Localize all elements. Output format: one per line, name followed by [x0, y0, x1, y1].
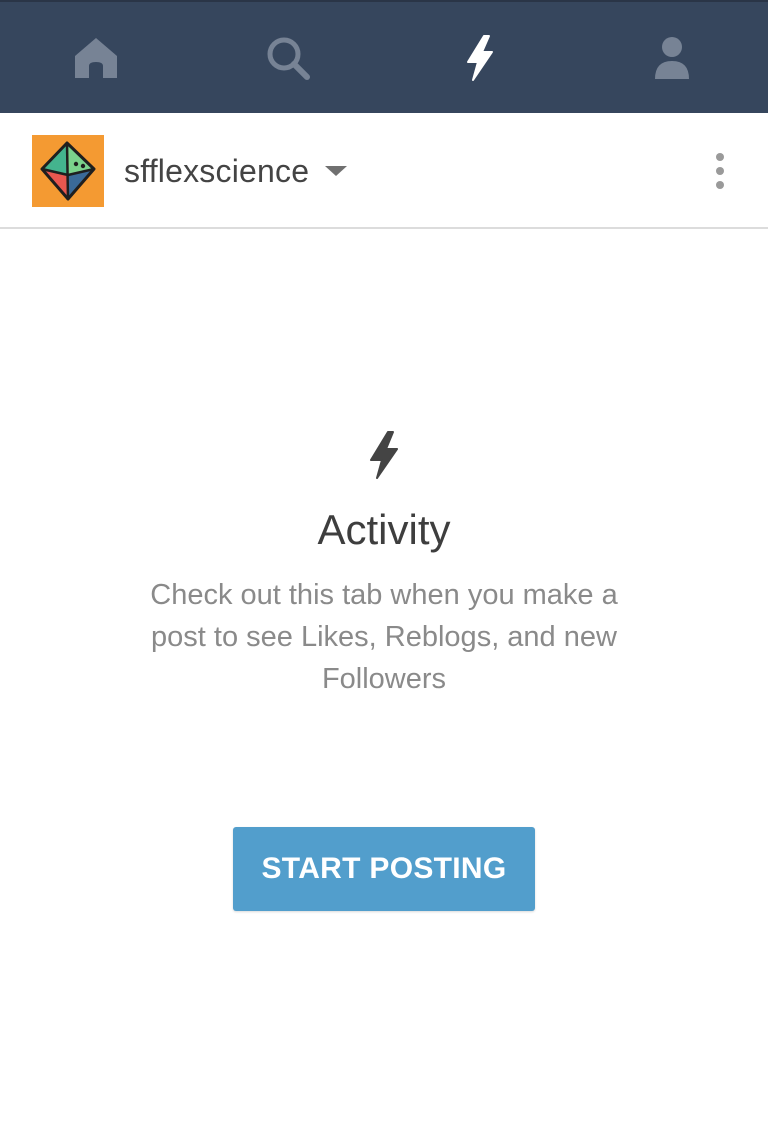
tab-account[interactable] [576, 2, 768, 113]
blog-header: sfflexscience [0, 113, 768, 229]
octahedron-avatar-icon [32, 135, 104, 211]
menu-dot [716, 167, 724, 175]
overflow-menu-icon[interactable] [700, 143, 740, 199]
account-icon [652, 35, 692, 81]
blog-switcher[interactable]: sfflexscience [124, 147, 348, 195]
empty-state-description: Check out this tab when you make a post … [150, 579, 618, 695]
tab-activity[interactable] [384, 2, 576, 113]
home-icon [73, 36, 119, 80]
top-navigation-bar [0, 0, 768, 113]
activity-bolt-icon [462, 34, 498, 82]
blog-avatar[interactable] [32, 135, 104, 207]
activity-empty-state: Activity Check out this tab when you mak… [0, 430, 768, 700]
menu-dot [716, 153, 724, 161]
tab-search[interactable] [192, 2, 384, 113]
start-posting-button[interactable]: START POSTING [233, 827, 535, 911]
caret-down-icon [325, 166, 348, 176]
activity-screen: sfflexscience Activity Check out this ta… [0, 0, 768, 1134]
search-icon [265, 35, 311, 81]
menu-dot [716, 181, 724, 189]
blog-name: sfflexscience [124, 152, 310, 189]
activity-bolt-icon [0, 430, 768, 480]
tab-home[interactable] [0, 2, 192, 113]
empty-state-title: Activity [317, 506, 451, 553]
